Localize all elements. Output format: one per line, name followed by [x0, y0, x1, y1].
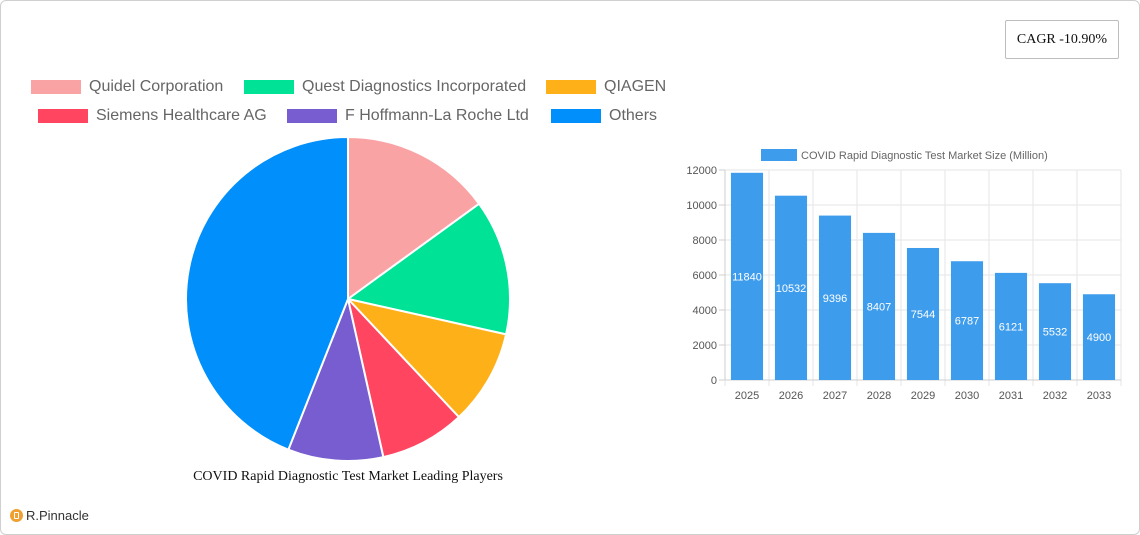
- pinnacle-logo-icon: [10, 509, 23, 522]
- x-tick-label: 2025: [735, 390, 759, 402]
- bar-value-label: 5532: [1043, 327, 1067, 339]
- x-tick-label: 2029: [911, 390, 935, 402]
- x-tick-label: 2033: [1087, 390, 1111, 402]
- bar-value-label: 11840: [732, 271, 762, 283]
- y-tick-label: 2000: [693, 340, 717, 352]
- bar-value-label: 6121: [999, 321, 1023, 333]
- x-tick-label: 2027: [823, 390, 847, 402]
- x-tick-label: 2032: [1043, 390, 1067, 402]
- y-tick-label: 12000: [686, 165, 717, 177]
- bar-value-label: 7544: [911, 309, 935, 321]
- bar-legend-swatch: [761, 149, 797, 161]
- y-tick-label: 4000: [693, 305, 717, 317]
- x-tick-label: 2028: [867, 390, 891, 402]
- x-tick-label: 2030: [955, 390, 979, 402]
- bar-value-label: 8407: [867, 301, 891, 313]
- y-tick-label: 10000: [686, 200, 717, 212]
- bar-value-label: 10532: [776, 283, 807, 295]
- bar-chart: COVID Rapid Diagnostic Test Market Size …: [686, 149, 1122, 402]
- x-tick-label: 2031: [999, 390, 1023, 402]
- bar-legend-label: COVID Rapid Diagnostic Test Market Size …: [801, 150, 1048, 162]
- bar-value-label: 9396: [823, 293, 847, 305]
- y-tick-label: 6000: [693, 270, 717, 282]
- x-tick-label: 2026: [779, 390, 803, 402]
- y-tick-label: 8000: [693, 235, 717, 247]
- bar-value-label: 6787: [955, 316, 979, 328]
- y-tick-label: 0: [711, 375, 717, 387]
- bar-chart-legend: COVID Rapid Diagnostic Test Market Size …: [761, 149, 1048, 162]
- bar-value-label: 4900: [1087, 332, 1111, 344]
- brand-name: R.Pinnacle: [26, 508, 89, 523]
- brand-logo: R.Pinnacle: [10, 508, 89, 523]
